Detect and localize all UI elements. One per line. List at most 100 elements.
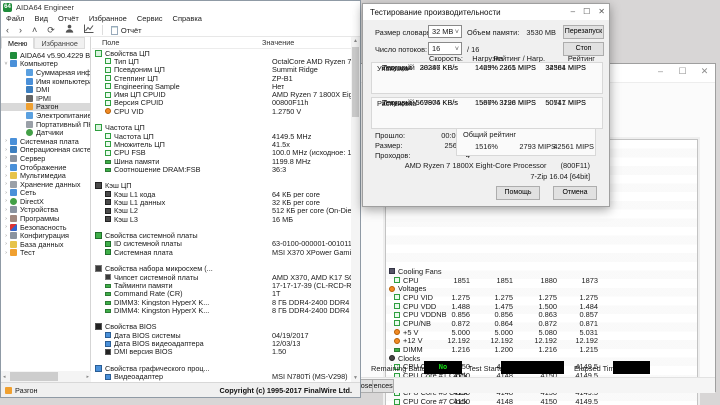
chevron-icon[interactable] bbox=[3, 241, 9, 247]
table-row[interactable]: CPU Core #7 Clock 4150 4148 4150 4149.5 bbox=[386, 397, 697, 405]
sidebar-tab[interactable]: Меню bbox=[1, 37, 35, 49]
chevron-icon[interactable] bbox=[3, 233, 9, 239]
tree-item[interactable]: Портативный ПК bbox=[1, 120, 90, 129]
pane-row[interactable] bbox=[92, 173, 351, 181]
tree-item[interactable]: Конфигурация bbox=[1, 231, 90, 240]
pane-row[interactable]: Свойства BIOS bbox=[92, 323, 351, 331]
chevron-icon[interactable] bbox=[3, 181, 9, 187]
pane-row[interactable]: Степпинг ЦП ZP-B1 bbox=[92, 74, 351, 82]
chevron-icon[interactable] bbox=[3, 250, 9, 256]
dialog-titlebar[interactable]: Тестирование производительности – ☐ ✕ bbox=[363, 4, 609, 20]
up-icon[interactable]: ˄ bbox=[27, 24, 42, 36]
tree-item[interactable]: База данных bbox=[1, 240, 90, 249]
table-row[interactable]: CPU VDD 1.488 1.475 1.500 1.484 bbox=[386, 302, 697, 311]
tree-item[interactable]: Датчики bbox=[1, 128, 90, 137]
table-row[interactable]: Cooling Fans bbox=[386, 267, 697, 276]
table-row[interactable]: DIMM 1.216 1.200 1.216 1.215 bbox=[386, 345, 697, 354]
pane-row[interactable]: Частота ЦП 4149.5 MHz bbox=[92, 132, 351, 140]
pane-row[interactable]: Свойства ЦП bbox=[92, 49, 351, 57]
pane-row[interactable]: Имя ЦП CPUID AMD Ryzen 7 1800X Eight-Cor… bbox=[92, 90, 351, 99]
pane-row[interactable]: Чипсет системной платы AMD X370, AMD K17… bbox=[92, 273, 351, 281]
close-icon[interactable]: ✕ bbox=[598, 7, 605, 16]
minimize-icon[interactable]: – bbox=[654, 66, 667, 77]
menu-item[interactable]: Файл bbox=[1, 14, 29, 23]
pane-row[interactable]: Соотношение DRAM:FSB 36:3 bbox=[92, 165, 351, 173]
pane-row[interactable] bbox=[92, 356, 351, 364]
tree-item[interactable]: Сеть bbox=[1, 188, 90, 197]
chevron-icon[interactable] bbox=[3, 224, 9, 230]
scroll-up-icon[interactable]: ▲ bbox=[351, 38, 360, 44]
pane-row[interactable]: Command Rate (CR) 1T bbox=[92, 290, 351, 298]
menu-item[interactable]: Избранное bbox=[84, 14, 132, 23]
pane-row[interactable] bbox=[92, 256, 351, 264]
tree-item[interactable]: Сервер bbox=[1, 154, 90, 163]
chevron-icon[interactable] bbox=[3, 190, 9, 196]
tree-item[interactable]: Мультимедиа bbox=[1, 171, 90, 180]
pane-row[interactable]: Множитель ЦП 41.5x bbox=[92, 140, 351, 149]
chevron-icon[interactable] bbox=[3, 147, 9, 153]
pane-row[interactable]: ID системной платы 63-0100-000001-001011… bbox=[92, 240, 351, 248]
chart-icon[interactable] bbox=[79, 24, 99, 36]
tree-item[interactable]: Программы bbox=[1, 214, 90, 223]
menu-item[interactable]: Справка bbox=[168, 14, 207, 23]
menu-item[interactable]: Вид bbox=[29, 14, 53, 23]
pane-row[interactable]: DIMM3: Kingston HyperX K... 8 ГБ DDR4-24… bbox=[92, 298, 351, 306]
pane-row[interactable]: Версия CPUID 00800F11h bbox=[92, 99, 351, 107]
pane-row[interactable] bbox=[92, 315, 351, 323]
tree-item[interactable]: Системная плата bbox=[1, 137, 90, 146]
chevron-icon[interactable] bbox=[3, 207, 9, 213]
table-row[interactable]: +12 V 12.192 12.192 12.192 12.192 bbox=[386, 336, 697, 345]
chevron-icon[interactable] bbox=[3, 198, 9, 204]
chevron-icon[interactable] bbox=[3, 164, 9, 170]
pane-row[interactable]: Системная плата MSI X370 XPower Gaming T… bbox=[92, 248, 351, 256]
column-field[interactable]: Поле bbox=[92, 38, 262, 47]
tree-item[interactable]: Операционная система bbox=[1, 145, 90, 154]
tree-item[interactable]: Имя компьютера bbox=[1, 77, 90, 86]
pane-row[interactable]: DIMM4: Kingston HyperX K... 8 ГБ DDR4-24… bbox=[92, 306, 351, 315]
pane-row[interactable]: Частота ЦП bbox=[92, 124, 351, 132]
pane-row[interactable]: Видеоадаптер MSI N780Ti (MS-V298) bbox=[92, 373, 351, 381]
scrollbar-thumb[interactable] bbox=[10, 372, 58, 381]
tree-item[interactable]: DirectX bbox=[1, 197, 90, 206]
minimize-icon[interactable]: – bbox=[571, 7, 575, 16]
sidebar-tab[interactable]: Избранное bbox=[34, 37, 85, 49]
pane-row[interactable]: Тип ЦП OctalCore AMD Ryzen 7 1800X bbox=[92, 57, 351, 66]
tree-item[interactable]: Устройства bbox=[1, 205, 90, 214]
tree-item[interactable]: Разгон bbox=[1, 102, 90, 111]
tree-item[interactable]: Отображение bbox=[1, 163, 90, 172]
dictionary-select[interactable]: 32 MB bbox=[428, 25, 462, 38]
table-row[interactable]: CPU/NB 0.872 0.864 0.872 0.871 bbox=[386, 319, 697, 328]
main-titlebar[interactable]: 64 AIDA64 Engineer bbox=[1, 1, 360, 13]
pane-row[interactable]: Кэш L1 данных 32 КБ per core bbox=[92, 198, 351, 207]
pane-row[interactable]: Тайминги памяти 17-17-17-39 (CL-RCD-RP-R… bbox=[92, 281, 351, 290]
scroll-right-icon[interactable]: ▸ bbox=[86, 374, 89, 380]
tree-item[interactable]: DMI bbox=[1, 85, 90, 94]
chevron-icon[interactable] bbox=[3, 138, 9, 144]
report-button[interactable]: Отчёт bbox=[106, 25, 147, 35]
menu-item[interactable]: Отчёт bbox=[53, 14, 84, 23]
table-row[interactable]: CPU VDDNB 0.856 0.856 0.863 0.857 bbox=[386, 310, 697, 319]
pane-row[interactable]: Шина памяти 1199.8 MHz bbox=[92, 157, 351, 165]
pane-row[interactable]: CPU VID 1.2750 V bbox=[92, 107, 351, 115]
restart-button[interactable]: Перезапуск bbox=[563, 25, 604, 39]
cancel-button[interactable]: Отмена bbox=[553, 186, 597, 200]
pane-row[interactable]: Дата BIOS видеоадаптера 12/03/13 bbox=[92, 339, 351, 348]
table-row[interactable]: Voltages bbox=[386, 284, 697, 293]
chevron-icon[interactable] bbox=[3, 216, 9, 222]
pane-row[interactable]: Кэш L3 16 МБ bbox=[92, 215, 351, 223]
chevron-icon[interactable] bbox=[3, 155, 9, 161]
pane-row[interactable]: Кэш ЦП bbox=[92, 182, 351, 190]
menu-item[interactable]: Сервис bbox=[132, 14, 168, 23]
forward-icon[interactable]: › bbox=[14, 24, 27, 36]
pane-row[interactable] bbox=[92, 115, 351, 123]
tree-item[interactable]: Электропитание bbox=[1, 111, 90, 120]
maximize-icon[interactable]: ☐ bbox=[676, 66, 689, 77]
scroll-down-icon[interactable]: ▼ bbox=[351, 375, 360, 381]
pane-row[interactable]: Псевдоним ЦП Summit Ridge bbox=[92, 66, 351, 74]
pane-row[interactable]: Свойства графического проц... bbox=[92, 364, 351, 373]
pane-row[interactable]: DMI версия BIOS 1.50 bbox=[92, 348, 351, 356]
pane-row[interactable]: Свойства системной платы bbox=[92, 232, 351, 240]
tree-item[interactable]: Суммарная информация bbox=[1, 68, 90, 77]
help-button[interactable]: Помощь bbox=[496, 186, 540, 200]
column-value[interactable]: Значение bbox=[262, 38, 294, 47]
